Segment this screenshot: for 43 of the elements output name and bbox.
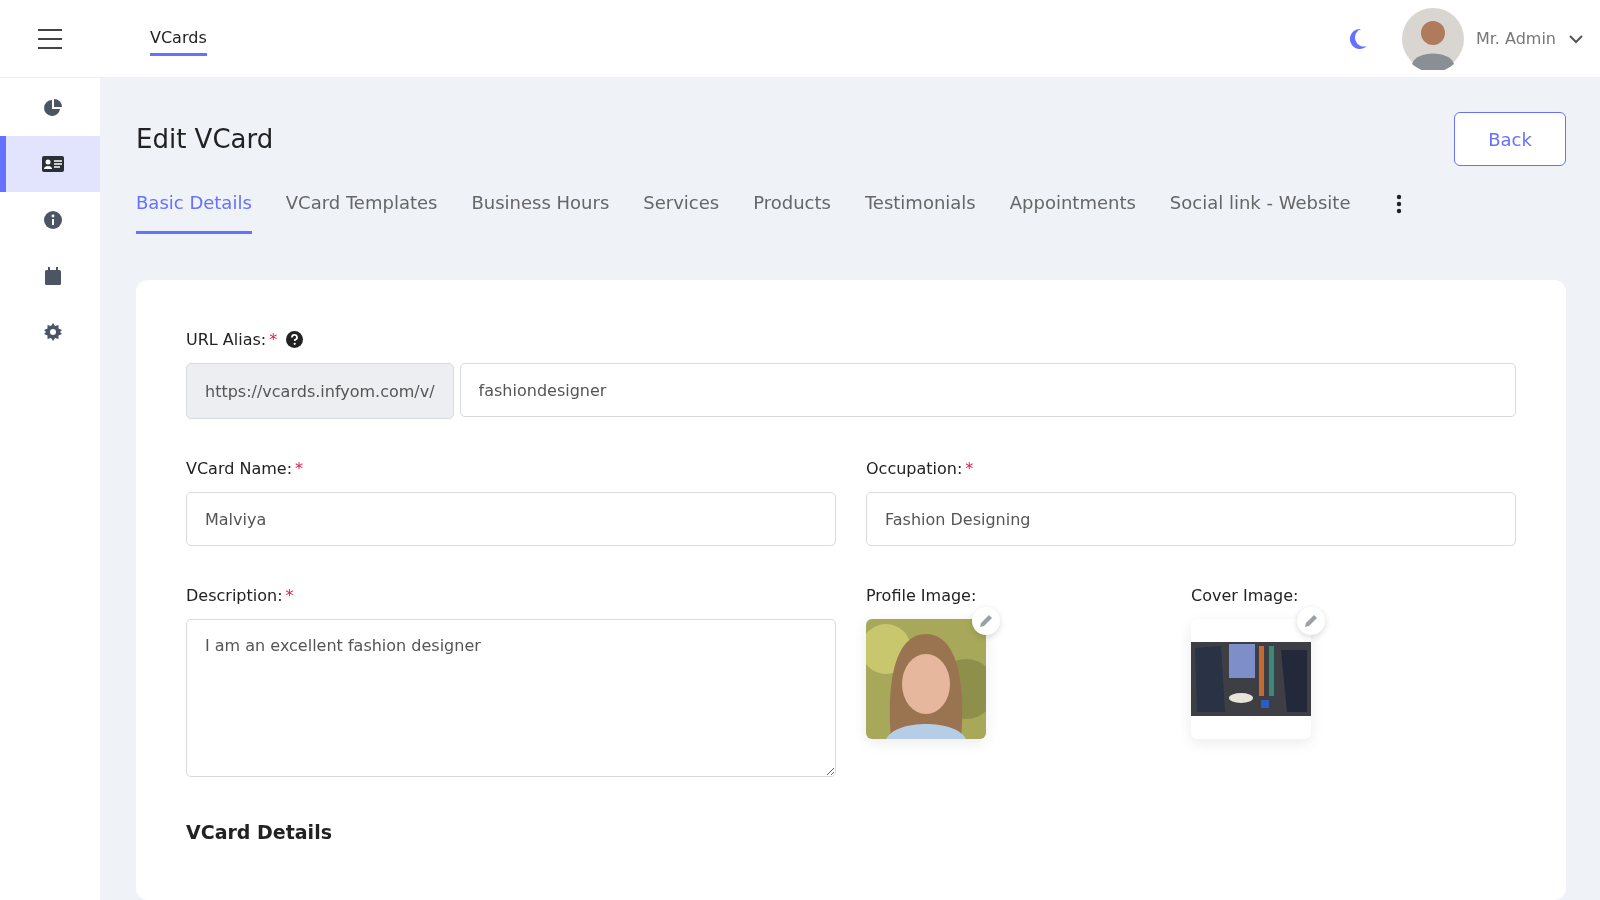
pie-chart-icon	[43, 98, 63, 118]
field-label: Occupation:	[866, 459, 963, 478]
tab[interactable]: VCard Templates	[285, 184, 438, 234]
calendar-icon	[45, 267, 61, 285]
tab[interactable]: Business Hours	[471, 184, 610, 234]
tab[interactable]: Services	[643, 184, 720, 234]
page-title: Edit VCard	[136, 124, 274, 154]
field-label: VCard Name:	[186, 459, 293, 478]
tab[interactable]: Testimonials	[864, 184, 976, 234]
tab[interactable]: Social link - Website	[1169, 184, 1351, 234]
required-mark: *	[295, 459, 304, 478]
field-label: URL Alias:	[186, 330, 267, 349]
tab[interactable]: Basic Details	[136, 184, 252, 234]
pencil-icon	[1304, 614, 1318, 628]
help-icon[interactable]	[286, 331, 304, 348]
breadcrumb-link[interactable]: VCards	[150, 21, 207, 56]
pencil-icon	[979, 614, 993, 628]
required-mark: *	[965, 459, 974, 478]
menu-icon[interactable]	[37, 27, 63, 50]
id-card-icon	[42, 156, 64, 172]
info-icon	[44, 211, 62, 229]
tab[interactable]: Appointments	[1009, 184, 1136, 234]
gear-icon	[44, 323, 62, 341]
required-mark: *	[269, 330, 278, 349]
field-label: Description:	[186, 586, 283, 605]
avatar[interactable]	[1401, 7, 1464, 70]
field-label: Profile Image:	[866, 586, 977, 605]
url-alias-field[interactable]: fashiondesigner	[459, 363, 1516, 417]
occupation-field[interactable]: Fashion Designing	[866, 492, 1516, 546]
edit-button[interactable]	[1297, 607, 1325, 635]
required-mark: *	[285, 586, 294, 605]
vcard-name-field[interactable]: Malviya	[186, 492, 836, 546]
user-name[interactable]: Mr. Admin	[1475, 29, 1556, 48]
tab[interactable]: Products	[753, 184, 831, 234]
back-button[interactable]: Back	[1454, 112, 1566, 166]
field-label: Cover Image:	[1191, 586, 1299, 605]
chevron-down-icon[interactable]	[1568, 33, 1584, 44]
description-field[interactable]: I am an excellent fashion designer	[186, 619, 836, 777]
url-prefix: https://vcards.infyom.com/v/	[186, 363, 454, 419]
section-heading: VCard Details	[186, 821, 333, 843]
sidebar-item[interactable]	[0, 136, 100, 192]
more-icon[interactable]	[1396, 194, 1403, 214]
edit-button[interactable]	[972, 607, 1000, 635]
